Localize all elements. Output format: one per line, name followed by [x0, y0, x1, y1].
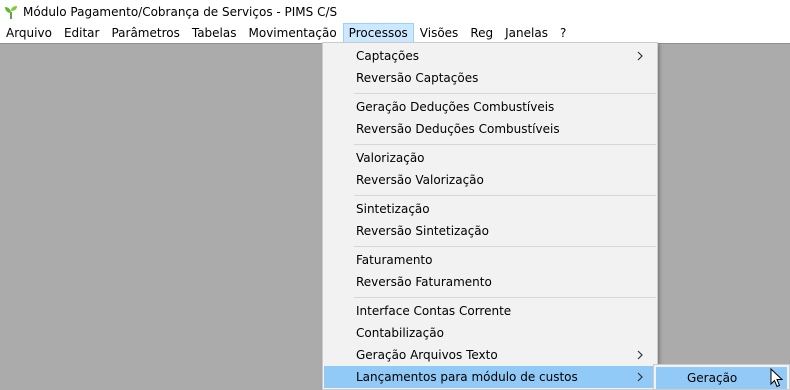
submenu-item-geracao[interactable]: Geração [656, 367, 787, 389]
mouse-pointer-icon [770, 368, 784, 388]
sprout-icon [5, 5, 17, 19]
menu-separator [354, 93, 656, 94]
menu-arquivo[interactable]: Arquivo [0, 23, 58, 43]
menu-item-label: Sintetização [356, 202, 430, 216]
menu-item-label: Reversão Captações [356, 71, 479, 85]
menu-reg[interactable]: Reg [464, 23, 499, 43]
window-title: Módulo Pagamento/Cobrança de Serviços - … [23, 4, 338, 19]
menu-processos[interactable]: Processos [342, 23, 414, 43]
processos-dropdown: Captações Reversão Captações Geração Ded… [322, 42, 658, 390]
menu-item-valorizacao[interactable]: Valorização [324, 147, 656, 169]
menu-parametros[interactable]: Parâmetros [105, 23, 185, 43]
menu-item-label: Geração Deduções Combustíveis [356, 100, 555, 114]
menu-separator [354, 144, 656, 145]
menu-item-sintetizacao[interactable]: Sintetização [324, 198, 656, 220]
menu-separator [354, 246, 656, 247]
menu-item-faturamento[interactable]: Faturamento [324, 249, 656, 271]
menu-help[interactable]: ? [554, 23, 572, 43]
menu-item-label: Lançamentos para módulo de custos [356, 370, 578, 384]
menu-item-label: Reversão Deduções Combustíveis [356, 122, 560, 136]
menu-item-interface-contas[interactable]: Interface Contas Corrente [324, 300, 656, 322]
chevron-right-icon [637, 51, 643, 61]
submenu-item-label: Geração [687, 371, 738, 385]
menu-janelas[interactable]: Janelas [499, 23, 554, 43]
menu-separator [354, 195, 656, 196]
menu-item-label: Reversão Sintetização [356, 224, 489, 238]
menu-bar: Arquivo Editar Parâmetros Tabelas Movime… [0, 23, 790, 43]
menu-item-label: Interface Contas Corrente [356, 304, 512, 318]
chevron-right-icon [637, 350, 643, 360]
menu-item-label: Reversão Valorização [356, 173, 484, 187]
title-bar: Módulo Pagamento/Cobrança de Serviços - … [0, 0, 790, 23]
menu-movimentacao[interactable]: Movimentação [243, 23, 343, 43]
menu-item-captacoes[interactable]: Captações [324, 45, 656, 67]
menu-item-reversao-deducoes[interactable]: Reversão Deduções Combustíveis [324, 118, 656, 140]
menu-item-label: Geração Arquivos Texto [356, 348, 498, 362]
menu-item-label: Valorização [356, 151, 425, 165]
menu-item-geracao-arquivos[interactable]: Geração Arquivos Texto [324, 344, 656, 366]
menu-item-geracao-deducoes[interactable]: Geração Deduções Combustíveis [324, 96, 656, 118]
menu-item-reversao-valorizacao[interactable]: Reversão Valorização [324, 169, 656, 191]
menu-visoes[interactable]: Visões [414, 23, 465, 43]
menu-separator [354, 297, 656, 298]
menu-item-label: Contabilização [356, 326, 444, 340]
menu-item-label: Faturamento [356, 253, 433, 267]
menu-item-reversao-faturamento[interactable]: Reversão Faturamento [324, 271, 656, 293]
menu-item-label: Reversão Faturamento [356, 275, 492, 289]
menu-item-reversao-captacoes[interactable]: Reversão Captações [324, 67, 656, 89]
menu-editar[interactable]: Editar [58, 23, 106, 43]
menu-tabelas[interactable]: Tabelas [186, 23, 243, 43]
chevron-right-icon [637, 372, 643, 382]
menu-item-reversao-sintetizacao[interactable]: Reversão Sintetização [324, 220, 656, 242]
menu-item-lancamentos-custos[interactable]: Lançamentos para módulo de custos [324, 366, 656, 388]
menu-item-label: Captações [356, 49, 419, 63]
menu-item-contabilizacao[interactable]: Contabilização [324, 322, 656, 344]
